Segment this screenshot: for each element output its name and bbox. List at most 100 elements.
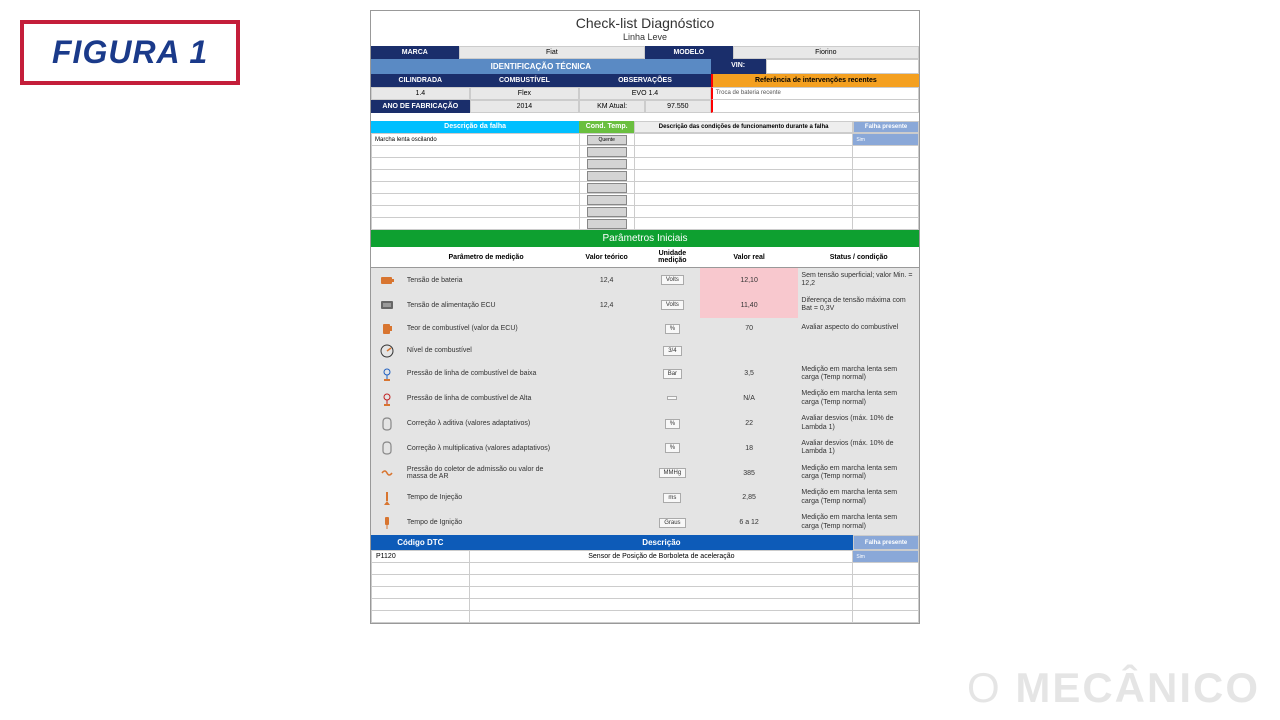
marca-label: MARCA (371, 46, 459, 59)
param-unidade: Bar (645, 362, 700, 387)
falha-cond-label: Cond. Temp. (579, 121, 634, 133)
marca-modelo-row: MARCA Fiat MODELO Fiorino (371, 46, 919, 59)
pump-icon (371, 318, 404, 340)
param-teorico (568, 340, 645, 362)
cilindrada-label: CILINDRADA (371, 74, 470, 87)
param-unidade: 3/4 (645, 340, 700, 362)
modelo-value: Fiorino (733, 46, 919, 59)
param-unidade: Volts (645, 268, 700, 293)
ano-value: 2014 (470, 100, 580, 113)
ano-label: ANO DE FABRICAÇÃO (371, 100, 470, 113)
interv-label: Referência de intervenções recentes (711, 74, 919, 87)
param-real: 11,40 (700, 293, 799, 318)
param-teorico: 12,4 (568, 268, 645, 293)
document: Check-list Diagnóstico Linha Leve MARCA … (370, 10, 920, 624)
dtc-codigo-label: Código DTC (371, 535, 470, 550)
param-name: Tempo de Injeção (404, 485, 568, 510)
cilindrada-value: 1.4 (371, 87, 470, 100)
lambda-icon (371, 411, 404, 436)
param-unidade: % (645, 411, 700, 436)
watermark: O MECÂNICO (967, 664, 1260, 712)
doc-title: Check-list Diagnóstico (371, 11, 919, 32)
param-unidade: MMHg (645, 461, 700, 486)
param-name: Correção λ aditiva (valores adaptativos) (404, 411, 568, 436)
combustivel-label: COMBUSTÍVEL (470, 74, 580, 87)
param-name: Pressão de linha de combustível de baixa (404, 362, 568, 387)
param-unidade: % (645, 318, 700, 340)
param-teorico (568, 362, 645, 387)
doc-subtitle: Linha Leve (371, 32, 919, 46)
inject-icon (371, 485, 404, 510)
km-value: 97.550 (645, 100, 711, 113)
dtc-presente-label: Falha presente (853, 535, 919, 550)
param-unidade: ms (645, 485, 700, 510)
param-name: Teor de combustível (valor da ECU) (404, 318, 568, 340)
battery-icon (371, 268, 404, 293)
gauge-icon (371, 340, 404, 362)
param-name: Pressão de linha de combustível de Alta (404, 386, 568, 411)
param-teorico (568, 461, 645, 486)
dtc-table: P1120 Sensor de Posição de Borboleta de … (371, 550, 919, 623)
param-real: 3,5 (700, 362, 799, 387)
param-real: 385 (700, 461, 799, 486)
dtc-header: Código DTC Descrição Falha presente (371, 535, 919, 550)
param-unidade: Volts (645, 293, 700, 318)
ident-values: 1.4 Flex EVO 1.4 Troca de bateria recent… (371, 87, 919, 100)
param-teorico (568, 411, 645, 436)
falha-header: Descrição da falha Cond. Temp. Descrição… (371, 121, 919, 133)
param-unidade: % (645, 436, 700, 461)
ident-subheader: CILINDRADA COMBUSTÍVEL OBSERVAÇÕES Refer… (371, 74, 919, 87)
press-low-icon (371, 362, 404, 387)
th-teorico: Valor teórico (568, 247, 645, 268)
param-status: Medição em marcha lenta sem carga (Temp … (798, 461, 919, 486)
param-status: Avaliar aspecto do combustível (798, 318, 919, 340)
param-name: Pressão do coletor de admissão ou valor … (404, 461, 568, 486)
ident-title: IDENTIFICAÇÃO TÉCNICA (371, 59, 711, 74)
param-teorico (568, 510, 645, 535)
param-name: Nível de combustível (404, 340, 568, 362)
param-status: Sem tensão superficial; valor Min. = 12,… (798, 268, 919, 293)
param-status: Diferença de tensão máxima com Bat = 0,3… (798, 293, 919, 318)
param-real: 12,10 (700, 268, 799, 293)
param-status: Medição em marcha lenta sem carga (Temp … (798, 510, 919, 535)
dtc-desc-label: Descrição (470, 535, 854, 550)
spark-icon (371, 510, 404, 535)
marca-value: Fiat (459, 46, 645, 59)
param-real: 18 (700, 436, 799, 461)
combustivel-value: Flex (470, 87, 580, 100)
maf-icon (371, 461, 404, 486)
ident-header: IDENTIFICAÇÃO TÉCNICA VIN: (371, 59, 919, 74)
param-teorico: 12,4 (568, 293, 645, 318)
falha-table: Marcha lenta oscilando Quente Sim (371, 133, 919, 230)
param-teorico (568, 436, 645, 461)
vin-value (766, 59, 919, 74)
obs-value: EVO 1.4 (579, 87, 711, 100)
param-status (798, 340, 919, 362)
param-name: Tempo de Ignição (404, 510, 568, 535)
interv-value: Troca de bateria recente (711, 87, 919, 100)
modelo-label: MODELO (645, 46, 733, 59)
param-status: Medição em marcha lenta sem carga (Temp … (798, 485, 919, 510)
param-status: Avaliar desvios (máx. 10% de Lambda 1) (798, 411, 919, 436)
param-teorico (568, 386, 645, 411)
param-status: Avaliar desvios (máx. 10% de Lambda 1) (798, 436, 919, 461)
press-high-icon (371, 386, 404, 411)
falha-desc-label: Descrição da falha (371, 121, 579, 133)
km-label: KM Atual: (579, 100, 645, 113)
param-real: 70 (700, 318, 799, 340)
param-real: 6 a 12 (700, 510, 799, 535)
th-real: Valor real (700, 247, 799, 268)
params-table: Parâmetro de medição Valor teórico Unida… (371, 247, 919, 535)
th-status: Status / condição (798, 247, 919, 268)
param-teorico (568, 485, 645, 510)
param-teorico (568, 318, 645, 340)
params-title: Parâmetros Iniciais (371, 230, 919, 247)
th-param: Parâmetro de medição (404, 247, 568, 268)
falha-presente-label: Falha presente (853, 121, 919, 133)
param-name: Correção λ multiplicativa (valores adapt… (404, 436, 568, 461)
falha-cond2-label: Descrição das condições de funcionamento… (634, 121, 853, 133)
param-real (700, 340, 799, 362)
vin-label: VIN: (711, 59, 766, 74)
figure-badge: FIGURA 1 (20, 20, 240, 85)
ident-row2: ANO DE FABRICAÇÃO 2014 KM Atual: 97.550 (371, 100, 919, 113)
